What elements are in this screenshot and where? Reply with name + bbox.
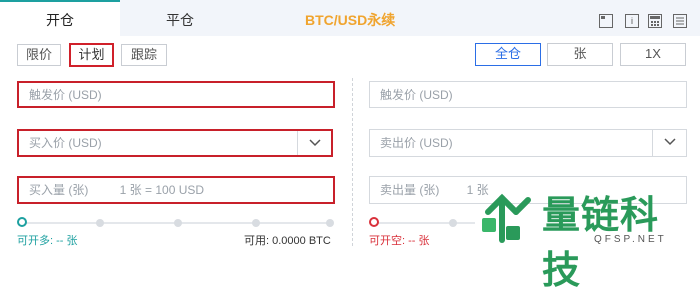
contract-title: BTC/USD永续 [305,12,396,28]
sell-slider-step[interactable] [449,219,457,227]
order-type-plan-button[interactable]: 计划 [69,43,114,67]
chevron-down-icon[interactable] [297,131,331,155]
tab-open-position[interactable]: 开仓 [0,0,120,38]
buy-slider-step[interactable] [326,219,334,227]
sell-price-select[interactable]: 卖出价 (USD) [369,129,687,157]
margin-mode-button[interactable]: 全仓 [475,43,541,66]
buy-price-select[interactable]: 买入价 (USD) [17,129,333,157]
header-bar: 开仓 平仓 BTC/USD永续 i [0,0,700,38]
brand-site: QFSP.NET [594,234,667,245]
contract-size-hint: 1 张 = 100 USD [119,183,205,197]
sell-amount-placeholder: 卖出量 (张) [380,183,440,197]
info-icon[interactable]: i [625,14,639,28]
sell-slider-track[interactable] [375,222,475,224]
buy-slider-step[interactable] [96,219,104,227]
window-icon[interactable] [599,14,613,28]
sell-slider-handle[interactable] [369,217,379,227]
unit-button[interactable]: 张 [547,43,613,66]
buy-slider-step[interactable] [252,219,260,227]
buy-price-placeholder: 买入价 (USD) [29,136,102,150]
order-type-trailing-button[interactable]: 跟踪 [121,44,167,66]
sell-price-placeholder: 卖出价 (USD) [380,136,453,150]
buy-amount-input[interactable]: 买入量 (张) 1 张 = 100 USD [17,176,335,204]
brand-watermark: 量链科技 QFSP.NET [476,182,696,292]
chevron-down-icon[interactable] [652,130,686,156]
buy-trigger-price-input[interactable]: 触发价 (USD) [17,81,335,108]
sell-trigger-price-input[interactable]: 触发价 (USD) [369,81,687,108]
leverage-button[interactable]: 1X [620,43,686,66]
buy-slider-handle[interactable] [17,217,27,227]
order-type-limit-button[interactable]: 限价 [17,44,61,66]
calculator-icon[interactable] [648,14,662,28]
tab-close-position[interactable]: 平仓 [120,0,240,36]
settings-icon[interactable] [673,14,687,28]
buy-amount-placeholder: 买入量 (张) [29,183,89,197]
column-divider [352,78,353,246]
buy-slider-step[interactable] [174,219,182,227]
